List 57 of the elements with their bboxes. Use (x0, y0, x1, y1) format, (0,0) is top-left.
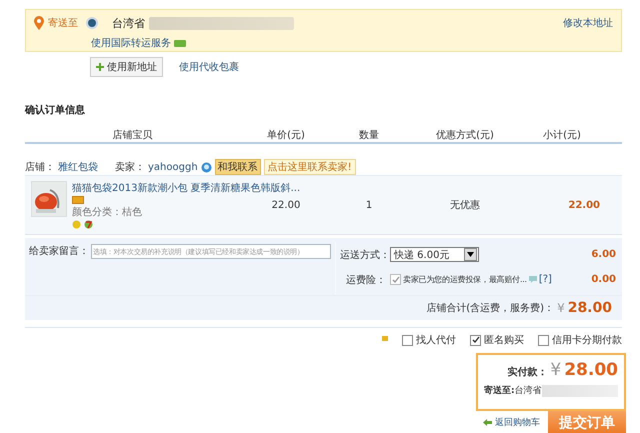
shop-name-link[interactable]: 雅红包袋 (58, 160, 98, 174)
unit-price: 22.00 (270, 200, 302, 210)
product-title-link[interactable]: 猫猫包袋2013新款潮小包 夏季清新糖果色韩版斜... (72, 181, 300, 195)
column-header: 店铺宝贝 (112, 128, 154, 142)
new-address-button[interactable]: 使用新地址 (90, 57, 163, 77)
forwarding-service-link[interactable]: 使用国际转运服务 (91, 36, 171, 50)
insurance-checkbox[interactable] (390, 274, 401, 285)
column-header: 优惠方式(元) (435, 128, 495, 142)
currency-symbol: ¥ (550, 360, 562, 380)
section-title: 确认订单信息 (25, 104, 86, 117)
shop-label: 店铺： (25, 160, 55, 174)
radio-button[interactable] (86, 17, 98, 29)
ship-to-label: 寄送至 (48, 16, 78, 30)
option-label: 找人代付 (416, 334, 456, 347)
column-header: 数量 (358, 128, 380, 142)
subtotal: 22.00 (567, 200, 601, 210)
chat-icon (200, 162, 212, 172)
seven-day-icon (84, 220, 93, 229)
contact-tooltip: 点击这里联系卖家! (264, 159, 356, 175)
option-checkbox[interactable] (470, 334, 481, 346)
dropdown-arrow-icon (467, 252, 474, 257)
payment-amount: 28.00 (564, 360, 618, 380)
shop-total-label: 店铺合计(含运费，服务费)： (426, 302, 554, 315)
location-pin-icon (34, 16, 44, 30)
comment-icon (528, 276, 537, 283)
option-label: 信用卡分期付款 (552, 334, 622, 347)
payment-label: 实付款： (507, 365, 548, 379)
column-header: 单价(元) (266, 128, 306, 142)
back-to-cart-link[interactable]: 返回购物车 (483, 416, 540, 429)
insurance-amount: 0.00 (591, 274, 616, 285)
product-spec: 颜色分类：桔色 (72, 206, 142, 219)
contact-badge[interactable]: 和我联系 (214, 159, 261, 175)
quantity: 1 (364, 200, 374, 210)
shipping-dropdown[interactable]: 快递 6.00元 (390, 247, 479, 262)
modify-address-link[interactable]: 修改本地址 (563, 16, 613, 30)
insurance-label: 运费险： (345, 274, 386, 286)
collect-package-link[interactable]: 使用代收包裹 (179, 60, 239, 74)
ship-to-label: 寄送至: (484, 384, 515, 397)
seller-label: 卖家： (115, 160, 145, 174)
currency-symbol: ¥ (557, 301, 565, 315)
shop-total-amount: 28.00 (568, 300, 612, 316)
new-tag-icon (174, 40, 186, 46)
ship-to-address: 台湾省 (514, 384, 542, 397)
shipping-amount: 6.00 (591, 249, 616, 260)
discount: 无优惠 (449, 198, 481, 212)
plus-icon (96, 63, 104, 71)
option-label: 匿名购买 (484, 334, 524, 347)
option-checkbox[interactable] (402, 334, 413, 346)
province-text: 台湾省 (112, 16, 145, 30)
seller-link[interactable]: yahooggh (148, 162, 198, 172)
help-link[interactable]: [?] (538, 274, 552, 285)
column-header: 小计(元) (542, 128, 582, 142)
medal-icon (72, 220, 81, 229)
message-label: 给卖家留言： (29, 244, 89, 258)
option-checkbox[interactable] (538, 334, 549, 346)
shipping-label: 运送方式： (340, 248, 386, 262)
back-arrow-icon (483, 419, 492, 426)
